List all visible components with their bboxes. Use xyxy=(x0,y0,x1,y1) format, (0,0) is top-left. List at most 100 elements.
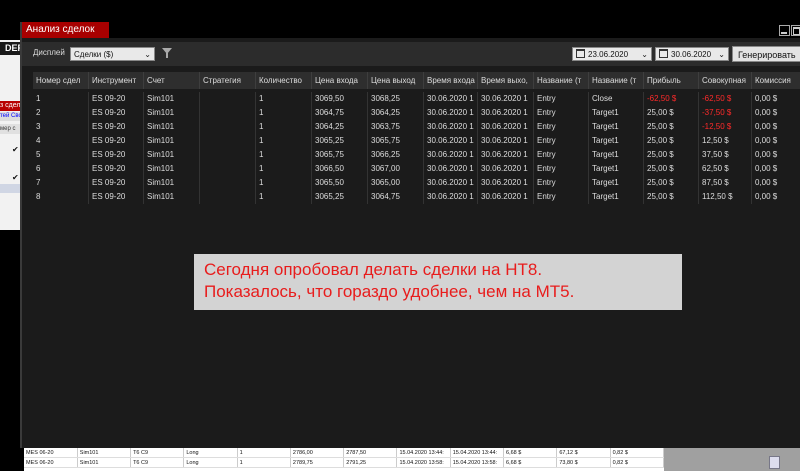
maximize-icon[interactable] xyxy=(791,25,800,36)
column-header[interactable]: Цена входа xyxy=(312,72,368,89)
table-row[interactable]: 1 ES 09-20 Sim101 1 3069,50 3068,25 30.06.2020… xyxy=(33,92,800,106)
table-cell: 5 xyxy=(33,148,89,162)
table-cell: 30.06.2020 1 xyxy=(478,120,534,134)
column-header[interactable]: Совокупная xyxy=(699,72,752,89)
table-cell: 0,82 $ xyxy=(610,448,665,458)
table-cell: 30.06.2020 1 xyxy=(478,134,534,148)
column-header[interactable]: Прибыль xyxy=(644,72,699,89)
table-cell: Sim101 xyxy=(144,120,200,134)
calendar-icon xyxy=(659,49,668,58)
table-cell: 1 xyxy=(237,457,291,468)
table-cell: Entry xyxy=(534,92,589,106)
chevron-down-icon: ⌄ xyxy=(641,50,648,59)
table-cell: -62,50 $ xyxy=(644,92,699,106)
table-cell: ES 09-20 xyxy=(89,162,144,176)
table-cell: ES 09-20 xyxy=(89,148,144,162)
column-header[interactable]: Количество xyxy=(256,72,312,89)
table-cell: 30.06.2020 1 xyxy=(478,92,534,106)
table-cell xyxy=(200,148,256,162)
table-row[interactable]: 6 ES 09-20 Sim101 1 3066,50 3067,00 30.06.2020… xyxy=(33,162,800,176)
table-cell: 30.06.2020 1 xyxy=(478,190,534,204)
table-cell: 3064,25 xyxy=(312,120,368,134)
table-cell xyxy=(200,92,256,106)
table-cell: 25,00 $ xyxy=(644,190,699,204)
table-row[interactable]: 8 ES 09-20 Sim101 1 3065,25 3064,75 30.06.2020… xyxy=(33,190,800,204)
table-cell: 1 xyxy=(256,148,312,162)
table-cell: 3063,75 xyxy=(368,120,424,134)
column-header[interactable]: Номер сдел xyxy=(33,72,89,89)
minimize-icon[interactable] xyxy=(779,25,790,36)
table-cell: 2791,25 xyxy=(343,457,398,468)
table-row[interactable]: 7 ES 09-20 Sim101 1 3065,50 3065,00 30.06.2020… xyxy=(33,176,800,190)
generate-button[interactable]: Генерировать xyxy=(732,46,800,62)
table-cell: -37,50 $ xyxy=(699,106,752,120)
table-cell: Entry xyxy=(534,134,589,148)
window-titlebar[interactable]: Анализ сделок xyxy=(22,22,800,38)
table-row: MES 06-20 Sim101 T6 C9 Long 1 2786,00 2787,50 1… xyxy=(24,448,665,458)
date-from-picker[interactable]: 23.06.2020 ⌄ xyxy=(572,47,652,61)
table-cell: 2786,00 xyxy=(290,448,345,458)
grid-header: Номер сдел Инструмент Счет Стратегия Количес… xyxy=(33,72,800,89)
table-cell: 15.04.2020 13:58: xyxy=(396,457,451,468)
table-cell: 0,00 $ xyxy=(752,106,800,120)
column-header[interactable]: Счет xyxy=(144,72,200,89)
table-cell: 0,00 $ xyxy=(752,176,800,190)
recycle-bin-icon[interactable] xyxy=(769,456,780,469)
table-cell: ES 09-20 xyxy=(89,176,144,190)
column-header[interactable]: Инструмент xyxy=(89,72,144,89)
table-cell: 1 xyxy=(256,92,312,106)
table-cell: 25,00 $ xyxy=(644,176,699,190)
column-header[interactable]: Время входа xyxy=(424,72,478,89)
table-cell: 1 xyxy=(237,448,291,458)
column-header[interactable]: Название (т xyxy=(534,72,589,89)
table-cell: ES 09-20 xyxy=(89,120,144,134)
table-cell: Target1 xyxy=(589,106,644,120)
table-cell: T6 C9 xyxy=(130,448,185,458)
column-header[interactable]: Название (т xyxy=(589,72,644,89)
table-cell: 2789,75 xyxy=(290,457,345,468)
table-cell: 3064,25 xyxy=(368,106,424,120)
table-cell: 12,50 $ xyxy=(699,134,752,148)
table-cell: 3066,25 xyxy=(368,148,424,162)
table-cell: Entry xyxy=(534,162,589,176)
table-cell: Sim101 xyxy=(144,162,200,176)
table-cell: Entry xyxy=(534,120,589,134)
table-row[interactable]: 2 ES 09-20 Sim101 1 3064,75 3064,25 30.06.2020… xyxy=(33,106,800,120)
table-cell: Target1 xyxy=(589,162,644,176)
table-cell: Target1 xyxy=(589,148,644,162)
table-cell: 15.04.2020 13:44: xyxy=(396,448,451,458)
table-cell: MES 06-20 xyxy=(24,457,78,468)
table-cell: 6,68 $ xyxy=(503,457,558,468)
column-header[interactable]: Комиссия xyxy=(752,72,800,89)
column-header[interactable]: Время выхо, xyxy=(478,72,534,89)
table-cell: 3065,50 xyxy=(312,176,368,190)
display-select[interactable]: Сделки ($) ⌄ xyxy=(70,47,155,61)
annotation-note: Сегодня опробовал делать сделки на НТ8. … xyxy=(194,254,682,310)
date-to-picker[interactable]: 30.06.2020 ⌄ xyxy=(655,47,729,61)
table-cell: Target1 xyxy=(589,190,644,204)
filter-icon[interactable] xyxy=(162,48,172,58)
table-cell: 1 xyxy=(256,106,312,120)
column-header[interactable]: Цена выход xyxy=(368,72,424,89)
chevron-down-icon: ⌄ xyxy=(144,50,151,59)
display-select-value: Сделки ($) xyxy=(74,50,114,59)
table-cell: 25,00 $ xyxy=(644,134,699,148)
table-cell: 3065,25 xyxy=(312,190,368,204)
table-row[interactable]: 4 ES 09-20 Sim101 1 3065,25 3065,75 30.06.2020… xyxy=(33,134,800,148)
date-from-value: 23.06.2020 xyxy=(588,50,629,59)
table-cell: 30.06.2020 1 xyxy=(478,162,534,176)
table-cell: 6,68 $ xyxy=(503,448,558,458)
window-title: Анализ сделок xyxy=(22,22,109,38)
table-cell: 7 xyxy=(33,176,89,190)
column-header[interactable]: Стратегия xyxy=(200,72,256,89)
table-cell: 3066,50 xyxy=(312,162,368,176)
table-cell: -62,50 $ xyxy=(699,92,752,106)
table-row[interactable]: 5 ES 09-20 Sim101 1 3065,75 3066,25 30.06.2020… xyxy=(33,148,800,162)
table-row[interactable]: 3 ES 09-20 Sim101 1 3064,25 3063,75 30.06.2020… xyxy=(33,120,800,134)
table-cell: Entry xyxy=(534,106,589,120)
table-cell: 0,00 $ xyxy=(752,148,800,162)
table-cell xyxy=(200,120,256,134)
table-cell: 30.06.2020 1 xyxy=(478,106,534,120)
calendar-icon xyxy=(576,49,585,58)
trade-analysis-window: Анализ сделок Дисплей Сделки ($) ⌄ 23.06… xyxy=(20,22,800,448)
